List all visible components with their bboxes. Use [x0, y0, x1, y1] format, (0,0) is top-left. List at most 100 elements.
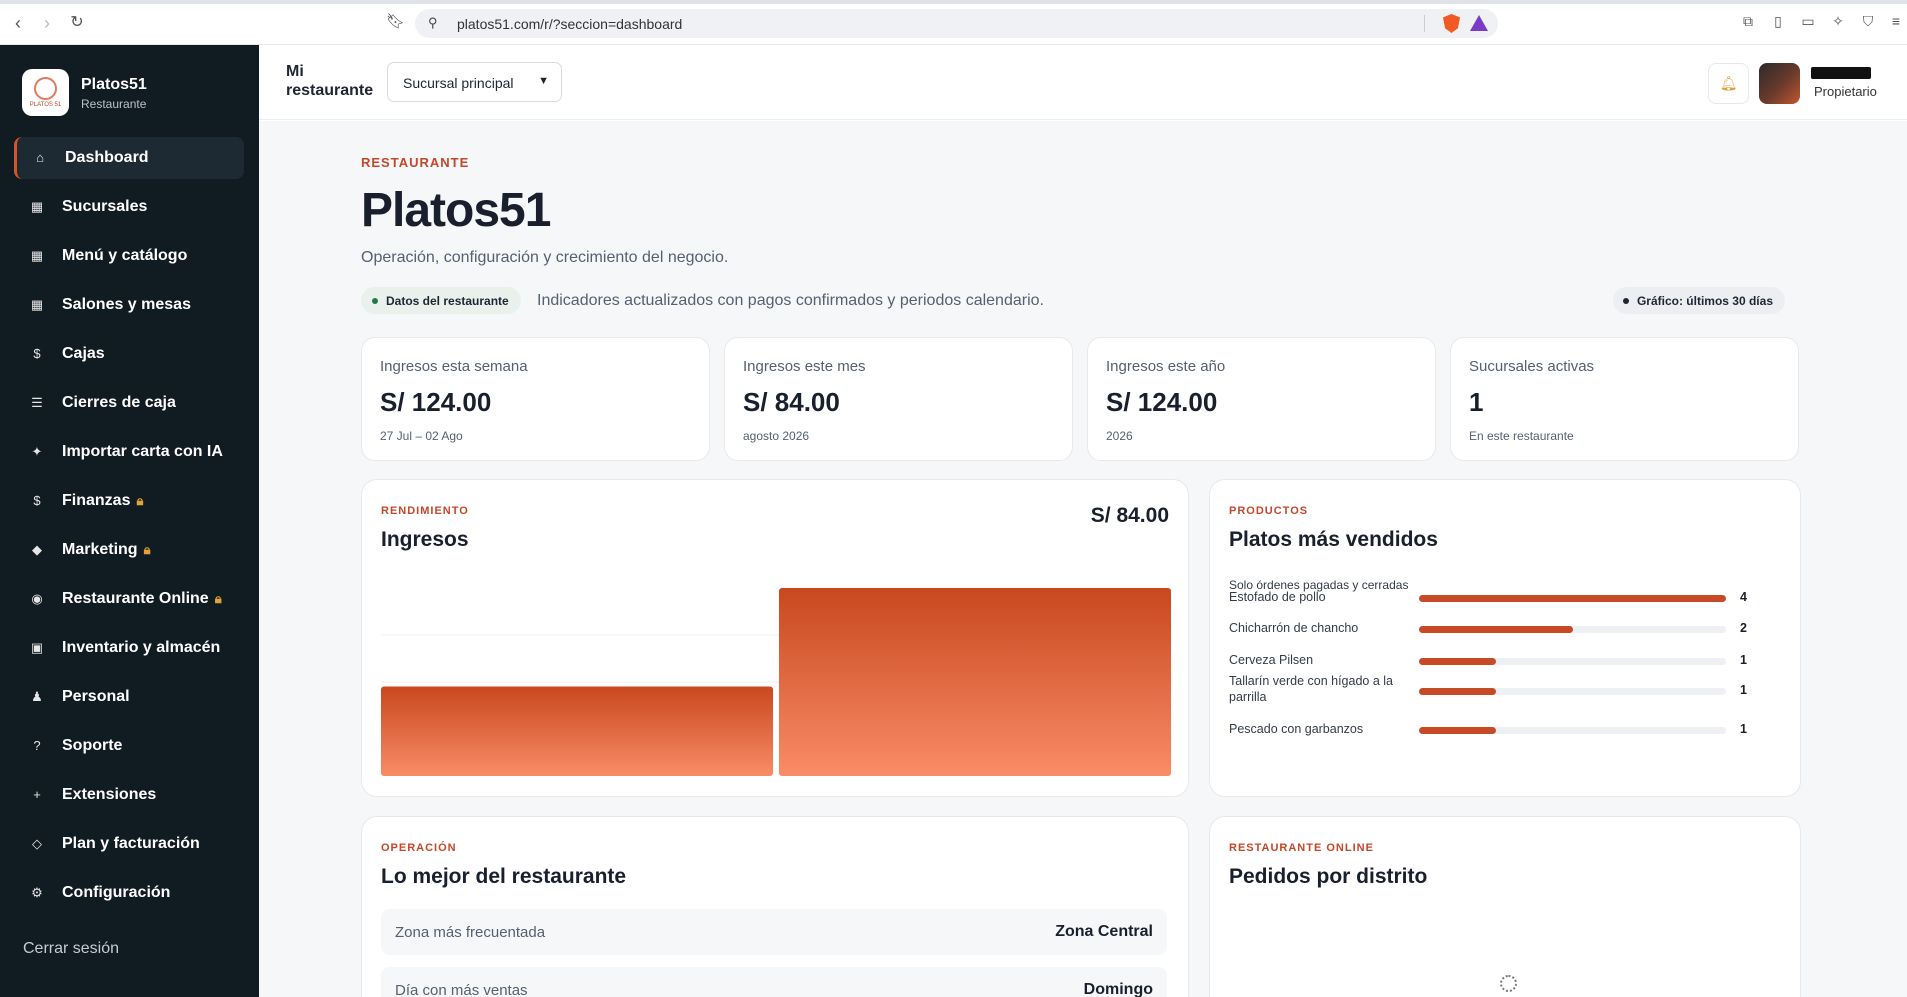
sidebar-item-text: Cierres de caja	[62, 394, 176, 411]
product-bar-fill	[1419, 595, 1726, 602]
product-name: Chicharrón de chancho	[1229, 621, 1359, 635]
leo-ai-icon[interactable]: ✧	[1830, 13, 1846, 29]
best-row-day: Día con más ventas Domingo	[381, 967, 1167, 997]
sidebar-item-text: Marketing	[62, 541, 138, 558]
revenue-card: RENDIMIENTO Ingresos S/ 84.00	[361, 479, 1189, 797]
kpi-note: 2026	[1106, 429, 1133, 443]
soporte-icon: ?	[33, 738, 41, 753]
menu-icon[interactable]: ≡	[1888, 13, 1904, 29]
brand[interactable]: PLATOS 51 Platos51 Restaurante	[22, 69, 242, 117]
branch-select[interactable]: Sucursal principal ▼	[387, 62, 562, 102]
sidebar-item-text: Importar carta con IA	[62, 443, 223, 460]
logo-mark	[34, 77, 57, 100]
revenue-bar[interactable]	[381, 686, 773, 776]
plan-y-facturacion-icon: ◇	[32, 836, 42, 851]
sidebar-item-inventario-y-almacen[interactable]: ▣ Inventario y almacén	[14, 627, 244, 669]
card-eyebrow: RESTAURANTE ONLINE	[1229, 842, 1374, 854]
site-settings-icon[interactable]: ⚲	[428, 15, 438, 31]
back-icon[interactable]: ‹	[8, 12, 28, 34]
top-header: Mi restaurante Sucursal principal ▼ 🔔︎ P…	[259, 45, 1907, 120]
sidebar-item-cajas[interactable]: $ Cajas	[14, 333, 244, 375]
sidebar-item-marketing[interactable]: ◆ Marketing 🔒︎	[14, 529, 244, 571]
sidebar-item-label: Restaurante Online 🔒︎	[62, 590, 222, 608]
lock-icon: 🔒︎	[214, 591, 222, 606]
card-title: Ingresos	[381, 528, 469, 551]
cierres-de-caja-icon: ☰	[31, 395, 43, 410]
kpi-note: En este restaurante	[1469, 429, 1574, 443]
sidebar-item-label: Configuración	[62, 884, 170, 902]
card-title: Pedidos por distrito	[1229, 865, 1428, 888]
sidebar-item-salones-y-mesas[interactable]: ▦ Salones y mesas	[14, 284, 244, 326]
sidebar-item-text: Sucursales	[62, 198, 148, 215]
forward-icon[interactable]: ›	[37, 12, 57, 34]
sidebar-item-text: Personal	[62, 688, 130, 705]
revenue-total: S/ 84.00	[1090, 504, 1169, 527]
finanzas-icon: $	[33, 493, 41, 508]
bookmark-icon[interactable]: 🔖︎	[386, 12, 405, 30]
avatar[interactable]	[1759, 63, 1800, 104]
configuracion-icon: ⚙	[31, 885, 43, 900]
sidebar-item-personal[interactable]: ♟ Personal	[14, 676, 244, 718]
sidebar-item-text: Configuración	[62, 884, 171, 901]
extensions-icon[interactable]: ⧉	[1740, 13, 1756, 29]
personal-icon: ♟	[31, 689, 43, 704]
sidebar-item-dashboard[interactable]: ⌂ Dashboard	[14, 137, 244, 179]
address-bar[interactable]: ⚲ platos51.com/r/?seccion=dashboard	[415, 9, 1498, 38]
sidebar-item-cierres-de-caja[interactable]: ☰ Cierres de caja	[14, 382, 244, 424]
kpi-card-month: Ingresos este mes S/ 84.00 agosto 2026	[724, 337, 1073, 461]
page-title: Platos51	[361, 184, 551, 237]
kpi-note: 27 Jul – 02 Ago	[380, 429, 463, 443]
sidebar-item-sucursales[interactable]: ▦ Sucursales	[14, 186, 244, 228]
page-eyebrow: RESTAURANTE	[361, 155, 470, 170]
reload-icon[interactable]: ↻	[67, 12, 87, 34]
sidebar-item-plan-y-facturacion[interactable]: ◇ Plan y facturación	[14, 823, 244, 865]
kpi-card-branches: Sucursales activas 1 En este restaurante	[1450, 337, 1799, 461]
sidebar-item-importar-carta-con-ia[interactable]: ✦ Importar carta con IA	[14, 431, 244, 473]
kpi-note: agosto 2026	[743, 429, 810, 443]
product-count: 4	[1740, 590, 1747, 604]
menu-y-catalogo-icon: ▦	[30, 248, 44, 263]
revenue-bar[interactable]	[779, 588, 1171, 776]
kpi-label: Ingresos este mes	[743, 358, 866, 375]
online-orders-card: RESTAURANTE ONLINE Pedidos por distrito	[1209, 816, 1801, 997]
brand-subtitle: Restaurante	[81, 97, 147, 111]
kpi-label: Ingresos esta semana	[380, 358, 528, 375]
notifications-button[interactable]: 🔔︎	[1708, 63, 1749, 104]
url-text[interactable]: platos51.com/r/?seccion=dashboard	[457, 16, 682, 32]
sidebar-item-configuracion[interactable]: ⚙ Configuración	[14, 872, 244, 914]
wallet-icon[interactable]: ▭	[1800, 13, 1816, 29]
extensiones-icon: +	[33, 787, 41, 802]
page-subtitle: Operación, configuración y crecimiento d…	[361, 249, 729, 266]
product-count: 1	[1740, 683, 1747, 697]
card-eyebrow: RENDIMIENTO	[381, 505, 469, 517]
browser-tab-strip	[0, 0, 1907, 4]
vpn-icon[interactable]: ⛉	[1860, 13, 1876, 29]
kpi-card-year: Ingresos este año S/ 124.00 2026	[1087, 337, 1436, 461]
sidebar-item-soporte[interactable]: ? Soporte	[14, 725, 244, 767]
sidebar-item-menu-y-catalogo[interactable]: ▦ Menú y catálogo	[14, 235, 244, 277]
sidebar-item-finanzas[interactable]: $ Finanzas 🔒︎	[14, 480, 244, 522]
product-count: 1	[1740, 722, 1747, 736]
data-source-badge: Datos del restaurante	[361, 287, 521, 314]
sidebar-item-label: Finanzas 🔒︎	[62, 492, 143, 510]
brave-rewards-icon[interactable]	[1470, 15, 1488, 31]
sidebar-item-label: Marketing 🔒︎	[62, 541, 151, 559]
sidebar-item-label: Cajas	[62, 345, 105, 363]
best-row-label: Día con más ventas	[395, 982, 528, 997]
sidebar-toggle-icon[interactable]: ▯	[1770, 13, 1786, 29]
top-products-card: PRODUCTOS Platos más vendidos Solo órden…	[1209, 479, 1801, 797]
address-divider	[1424, 15, 1425, 32]
sidebar-item-restaurante-online[interactable]: ◉ Restaurante Online 🔒︎	[14, 578, 244, 620]
sidebar-item-label: Dashboard	[65, 149, 149, 167]
sidebar-item-label: Personal	[62, 688, 130, 706]
kpi-label: Ingresos este año	[1106, 358, 1226, 375]
lock-icon: 🔒︎	[143, 542, 151, 557]
importar-carta-con-ia-icon: ✦	[31, 444, 43, 459]
product-name: Pescado con garbanzos	[1229, 722, 1364, 736]
sidebar-item-extensiones[interactable]: + Extensiones	[14, 774, 244, 816]
sidebar-item-text: Plan y facturación	[62, 835, 200, 852]
kpi-card-week: Ingresos esta semana S/ 124.00 27 Jul – …	[361, 337, 710, 461]
logout-link[interactable]: Cerrar sesión	[23, 940, 119, 958]
dashboard-icon: ⌂	[36, 150, 44, 165]
brave-shields-icon[interactable]	[1443, 14, 1460, 33]
